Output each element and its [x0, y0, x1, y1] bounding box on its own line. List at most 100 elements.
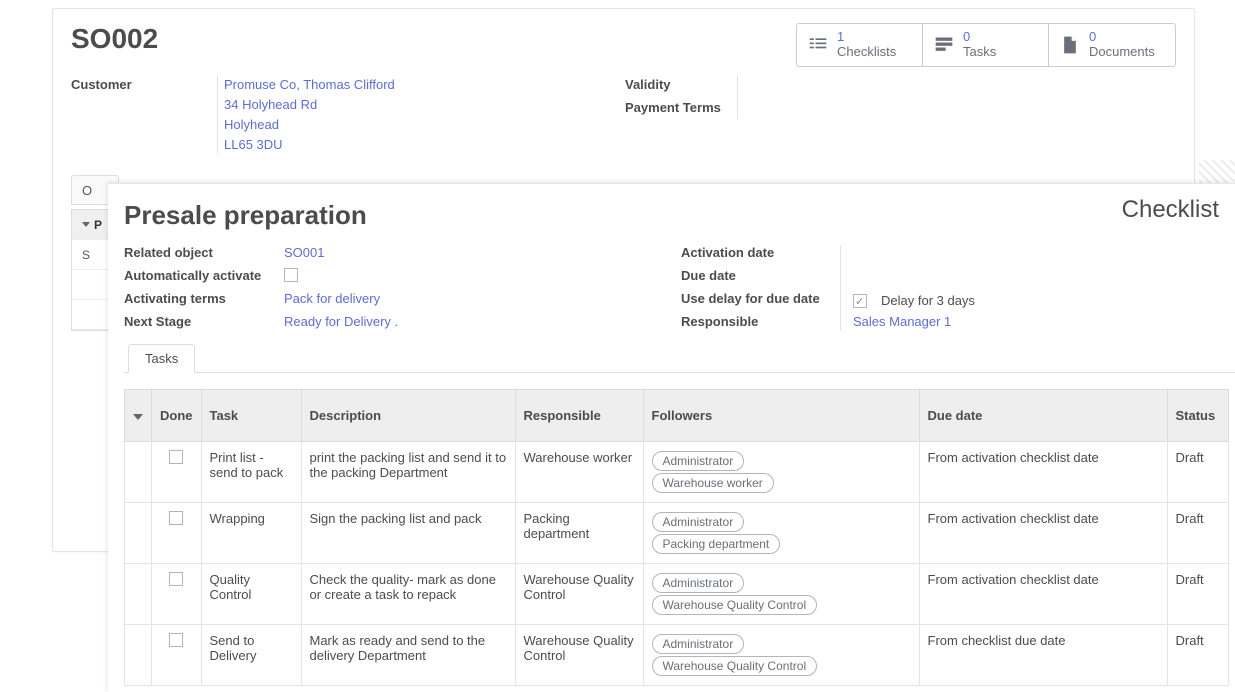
customer-line-3: Holyhead — [224, 115, 395, 135]
done-checkbox[interactable] — [169, 450, 183, 464]
row-handle[interactable] — [125, 563, 152, 624]
checklist-tabs: Tasks — [124, 343, 1235, 373]
table-row[interactable]: Send to DeliveryMark as ready and send t… — [125, 624, 1229, 685]
list-icon — [807, 35, 829, 55]
done-checkbox[interactable] — [169, 511, 183, 525]
done-checkbox[interactable] — [169, 633, 183, 647]
followers-cell: AdministratorWarehouse Quality Control — [643, 624, 919, 685]
responsible-cell: Warehouse Quality Control — [515, 624, 643, 685]
description-cell: print the packing list and send it to th… — [301, 441, 515, 502]
status-cell: Draft — [1167, 563, 1229, 624]
customer-line-1: Promuse Co, Thomas Clifford — [224, 75, 395, 95]
stat-documents-label: Documents — [1089, 45, 1155, 60]
task-cell: Wrapping — [201, 502, 301, 563]
table-row[interactable]: Print list - send to packprint the packi… — [125, 441, 1229, 502]
caret-down-icon — [133, 414, 143, 420]
responsible-cell: Warehouse Quality Control — [515, 563, 643, 624]
due-date-cell: From checklist due date — [919, 624, 1167, 685]
row-handle[interactable] — [125, 441, 152, 502]
description-cell: Check the quality- mark as done or creat… — [301, 563, 515, 624]
status-cell: Draft — [1167, 624, 1229, 685]
responsible-label: Responsible — [681, 314, 830, 331]
customer-line-2: 34 Holyhead Rd — [224, 95, 395, 115]
due-date-label: Due date — [681, 268, 830, 285]
stat-tasks-button[interactable]: 0 Tasks — [923, 24, 1049, 66]
description-cell: Sign the packing list and pack — [301, 502, 515, 563]
task-cell: Send to Delivery — [201, 624, 301, 685]
customer-line-4: LL65 3DU — [224, 135, 395, 155]
related-object-label: Related object — [124, 245, 284, 262]
done-cell — [152, 502, 202, 563]
follower-tag[interactable]: Packing department — [652, 534, 781, 554]
col-due-date[interactable]: Due date — [919, 389, 1167, 441]
delay-text: Delay for 3 days — [881, 293, 975, 308]
follower-tag[interactable]: Warehouse worker — [652, 473, 774, 493]
followers-cell: AdministratorWarehouse worker — [643, 441, 919, 502]
auto-activate-label: Automatically activate — [124, 268, 284, 285]
payment-terms-label: Payment Terms — [625, 98, 725, 115]
col-status[interactable]: Status — [1167, 389, 1229, 441]
customer-value[interactable]: Promuse Co, Thomas Clifford 34 Holyhead … — [217, 75, 395, 156]
task-table-header-row: Done Task Description Responsible Follow… — [125, 389, 1229, 441]
followers-cell: AdministratorWarehouse Quality Control — [643, 563, 919, 624]
follower-tag[interactable]: Administrator — [652, 634, 745, 654]
tasks-icon — [933, 35, 955, 55]
activation-date-label: Activation date — [681, 245, 830, 262]
responsible-value[interactable]: Sales Manager 1 — [853, 314, 951, 329]
done-cell — [152, 441, 202, 502]
due-date-cell: From activation checklist date — [919, 441, 1167, 502]
stat-documents-button[interactable]: 0 Documents — [1049, 24, 1175, 66]
col-done[interactable]: Done — [152, 389, 202, 441]
validity-label: Validity — [625, 75, 725, 92]
document-icon — [1059, 35, 1081, 55]
responsible-cell: Warehouse worker — [515, 441, 643, 502]
next-stage-value[interactable]: Ready for Delivery . — [284, 314, 398, 329]
task-table: Done Task Description Responsible Follow… — [124, 389, 1229, 686]
responsible-cell: Packing department — [515, 502, 643, 563]
followers-cell: AdministratorPacking department — [643, 502, 919, 563]
follower-tag[interactable]: Administrator — [652, 451, 745, 471]
related-object-value[interactable]: SO001 — [284, 245, 324, 260]
stat-checklists-button[interactable]: 1 Checklists — [797, 24, 923, 66]
table-row[interactable]: Quality ControlCheck the quality- mark a… — [125, 563, 1229, 624]
follower-tag[interactable]: Administrator — [652, 512, 745, 532]
row-handle[interactable] — [125, 502, 152, 563]
stat-tasks-label: Tasks — [963, 45, 996, 60]
stat-tasks-count: 0 — [963, 30, 996, 45]
follower-tag[interactable]: Warehouse Quality Control — [652, 595, 818, 615]
stat-buttons: 1 Checklists 0 Tasks 0 Documents — [796, 23, 1176, 67]
status-cell: Draft — [1167, 441, 1229, 502]
activating-terms-label: Activating terms — [124, 291, 284, 308]
main-tab-partial-text: O — [82, 183, 92, 198]
customer-label: Customer — [71, 75, 223, 156]
col-task[interactable]: Task — [201, 389, 301, 441]
col-followers[interactable]: Followers — [643, 389, 919, 441]
stat-documents-count: 0 — [1089, 30, 1155, 45]
done-cell — [152, 563, 202, 624]
checklist-name: Presale preparation — [124, 200, 1235, 231]
col-sort[interactable] — [125, 389, 152, 441]
description-cell: Mark as ready and send to the delivery D… — [301, 624, 515, 685]
status-cell: Draft — [1167, 502, 1229, 563]
follower-tag[interactable]: Administrator — [652, 573, 745, 593]
done-cell — [152, 624, 202, 685]
stat-checklists-label: Checklists — [837, 45, 896, 60]
task-cell: Quality Control — [201, 563, 301, 624]
use-delay-label: Use delay for due date — [681, 291, 830, 308]
task-cell: Print list - send to pack — [201, 441, 301, 502]
due-date-cell: From activation checklist date — [919, 502, 1167, 563]
stat-checklists-count: 1 — [837, 30, 896, 45]
caret-down-icon — [82, 222, 90, 227]
due-date-cell: From activation checklist date — [919, 563, 1167, 624]
col-responsible[interactable]: Responsible — [515, 389, 643, 441]
use-delay-checkbox[interactable] — [853, 294, 867, 308]
table-row[interactable]: WrappingSign the packing list and packPa… — [125, 502, 1229, 563]
done-checkbox[interactable] — [169, 572, 183, 586]
auto-activate-checkbox[interactable] — [284, 268, 298, 282]
row-handle[interactable] — [125, 624, 152, 685]
page-title: SO002 — [71, 23, 158, 55]
tab-tasks[interactable]: Tasks — [128, 344, 195, 373]
col-description[interactable]: Description — [301, 389, 515, 441]
activating-terms-value[interactable]: Pack for delivery — [284, 291, 380, 306]
follower-tag[interactable]: Warehouse Quality Control — [652, 656, 818, 676]
